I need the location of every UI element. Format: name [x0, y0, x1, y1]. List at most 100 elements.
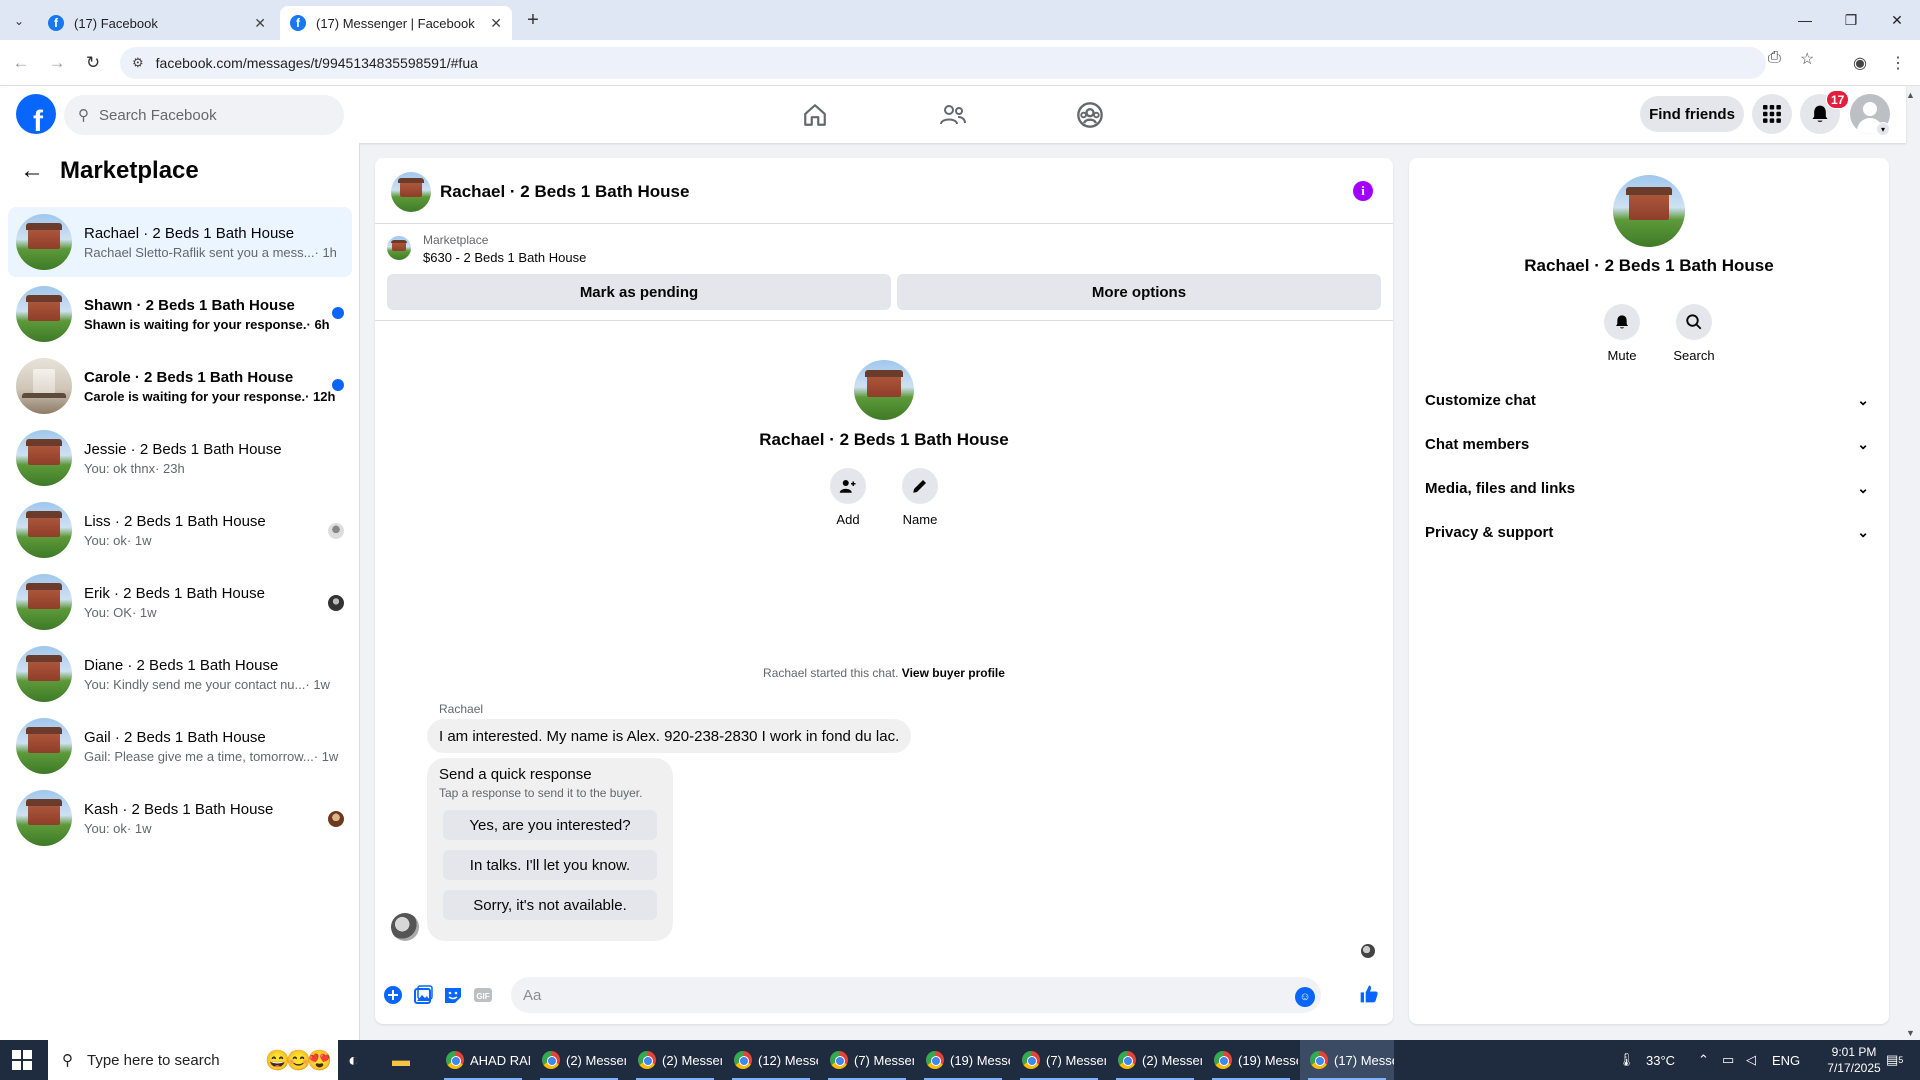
show-hidden-icons-chevron-icon[interactable]: ⌃	[1698, 1040, 1709, 1080]
groups-icon[interactable]	[1075, 100, 1105, 130]
name-label: Name	[902, 512, 938, 527]
sender-avatar[interactable]	[391, 913, 419, 941]
conversation-name: Erik · 2 Beds 1 Bath House	[84, 584, 265, 602]
language-indicator[interactable]: ENG	[1772, 1040, 1800, 1080]
network-icon[interactable]: ▭	[1722, 1040, 1734, 1080]
conversation-info-icon[interactable]: i	[1353, 181, 1373, 201]
emoji-icon[interactable]: ☺	[1295, 987, 1315, 1007]
listing-thumbnail	[16, 790, 72, 846]
profile-icon[interactable]: ◉	[1848, 51, 1872, 75]
mute-button[interactable]: Mute	[1592, 304, 1652, 363]
close-tab-icon[interactable]: ✕	[254, 15, 266, 32]
taskbar-chrome-window[interactable]: (7) Messen...	[820, 1040, 914, 1080]
view-buyer-profile-link[interactable]: View buyer profile	[902, 666, 1005, 680]
conversation-row[interactable]: Shawn · 2 Beds 1 Bath House Shawn is wait…	[8, 279, 352, 349]
volume-icon[interactable]: ◁	[1746, 1040, 1756, 1080]
conversation-snippet: You: OK · 1w	[84, 605, 352, 620]
taskbar-clock[interactable]: 9:01 PM 7/17/2025	[1824, 1044, 1884, 1076]
address-bar[interactable]: ⚙ facebook.com/messages/t/99451348355985…	[120, 47, 1766, 79]
thumbs-up-icon[interactable]	[1359, 984, 1379, 1004]
restore-window-button[interactable]: ❐	[1828, 6, 1874, 34]
scroll-down-arrow-icon[interactable]: ▼	[1906, 1028, 1915, 1038]
quick-response-button[interactable]: In talks. I'll let you know.	[443, 850, 657, 880]
search-icon	[1676, 304, 1712, 340]
gif-icon[interactable]: GIF	[473, 985, 493, 1005]
bookmark-star-icon[interactable]: ☆	[1800, 49, 1814, 69]
conversation-row[interactable]: Kash · 2 Beds 1 Bath House You: ok · 1w	[8, 783, 352, 853]
more-options-button[interactable]: More options	[897, 274, 1381, 310]
taskbar-window-label: (19) Messen...	[950, 1052, 1010, 1068]
copilot-icon[interactable]: ◐	[348, 1040, 378, 1080]
conversation-row[interactable]: Carole · 2 Beds 1 Bath House Carole is wa…	[8, 351, 352, 421]
notification-center-icon[interactable]: ▤ 5	[1886, 1040, 1903, 1080]
home-icon[interactable]	[800, 100, 830, 130]
conversation-row[interactable]: Jessie · 2 Beds 1 Bath House You: ok thnx…	[8, 423, 352, 493]
taskbar-window-label: (7) Messen...	[1046, 1052, 1106, 1068]
taskbar-chrome-window[interactable]: (19) Messe...	[1204, 1040, 1298, 1080]
conversation-row[interactable]: Gail · 2 Beds 1 Bath House Gail: Please g…	[8, 711, 352, 781]
install-app-icon[interactable]: ⎙	[1768, 49, 1781, 67]
taskbar-window-label: (2) Messen...	[566, 1052, 626, 1068]
friends-icon[interactable]	[938, 100, 968, 130]
taskbar-chrome-window[interactable]: (2) Messen...	[532, 1040, 626, 1080]
weather-icon[interactable]: 🌡	[1618, 1040, 1635, 1080]
taskbar-search-input[interactable]: ⚲ Type here to search 😄😊😍	[48, 1040, 338, 1080]
taskbar-chrome-window[interactable]: (2) Messen...	[1108, 1040, 1202, 1080]
browser-menu-icon[interactable]: ⋮	[1886, 51, 1910, 75]
facebook-search-input[interactable]: ⚲ Search Facebook	[64, 95, 344, 135]
taskbar-chrome-window[interactable]: (17) Messe...	[1300, 1040, 1394, 1080]
close-window-button[interactable]: ✕	[1874, 6, 1920, 34]
search-in-chat-button[interactable]: Search	[1664, 304, 1724, 363]
customize-chat-section[interactable]: Customize chat ⌄	[1425, 380, 1873, 420]
windows-start-icon[interactable]	[12, 1050, 32, 1070]
conversation-row[interactable]: Erik · 2 Beds 1 Bath House You: OK · 1w	[8, 567, 352, 637]
tab-search-chevron-icon[interactable]: ⌄	[6, 8, 32, 34]
add-people-button[interactable]: Add	[818, 468, 878, 527]
conversation-indicator	[328, 523, 344, 539]
minimize-window-button[interactable]: —	[1782, 6, 1828, 34]
media-files-links-section[interactable]: Media, files and links ⌄	[1425, 468, 1873, 508]
message-input[interactable]: Aa	[511, 977, 1321, 1013]
forward-button[interactable]: →	[44, 50, 70, 76]
close-tab-icon[interactable]: ✕	[490, 15, 502, 32]
quick-response-button[interactable]: Sorry, it's not available.	[443, 890, 657, 920]
conversation-row[interactable]: Liss · 2 Beds 1 Bath House You: ok · 1w	[8, 495, 352, 565]
taskbar-chrome-window[interactable]: (19) Messen...	[916, 1040, 1010, 1080]
taskbar-chrome-window[interactable]: (7) Messen...	[1012, 1040, 1106, 1080]
chat-avatar[interactable]	[391, 172, 431, 212]
conversation-indicator	[332, 307, 344, 319]
snippet-text: Carole is waiting for your response.	[84, 388, 306, 404]
reload-button[interactable]: ↻	[80, 50, 106, 76]
sticker-icon[interactable]	[443, 985, 463, 1005]
taskbar-chrome-window[interactable]: AHAD RAM...	[436, 1040, 530, 1080]
grid-icon	[1763, 105, 1781, 123]
taskbar-chrome-window[interactable]: (12) Messen...	[724, 1040, 818, 1080]
back-button[interactable]: ←	[8, 50, 34, 76]
name-chat-button[interactable]: Name	[890, 468, 950, 527]
quick-response-button[interactable]: Yes, are you interested?	[443, 810, 657, 840]
plus-circle-icon[interactable]	[383, 985, 403, 1005]
site-info-icon[interactable]: ⚙	[132, 55, 144, 71]
temperature-text[interactable]: 33°C	[1646, 1040, 1675, 1080]
browser-tab-messenger[interactable]: f (17) Messenger | Facebook ✕	[280, 6, 512, 40]
browser-tab-facebook[interactable]: f (17) Facebook ✕	[38, 6, 276, 40]
account-chevron-down-icon[interactable]: ▾	[1876, 122, 1890, 136]
menu-grid-button[interactable]	[1752, 94, 1792, 134]
facebook-logo[interactable]: f	[16, 94, 56, 134]
scroll-up-arrow-icon[interactable]: ▲	[1906, 90, 1915, 100]
chat-title[interactable]: Rachael · 2 Beds 1 Bath House	[440, 182, 689, 202]
privacy-support-section[interactable]: Privacy & support ⌄	[1425, 512, 1873, 552]
find-friends-button[interactable]: Find friends	[1640, 96, 1744, 132]
taskbar-chrome-window[interactable]: (2) Messen...	[628, 1040, 722, 1080]
conversation-meta: Shawn · 2 Beds 1 Bath House Shawn is wait…	[84, 297, 352, 332]
chat-members-section[interactable]: Chat members ⌄	[1425, 424, 1873, 464]
conversation-row[interactable]: Rachael · 2 Beds 1 Bath House Rachael Sle…	[8, 207, 352, 277]
message-bubble[interactable]: I am interested. My name is Alex. 920-23…	[427, 719, 912, 753]
read-receipt-avatar	[328, 523, 344, 539]
file-explorer-icon[interactable]: ▬	[392, 1040, 422, 1080]
conversation-row[interactable]: Diane · 2 Beds 1 Bath House You: Kindly s…	[8, 639, 352, 709]
photo-icon[interactable]	[413, 985, 433, 1005]
new-tab-button[interactable]: +	[520, 7, 546, 33]
back-arrow-icon[interactable]: ←	[20, 157, 44, 185]
mark-as-pending-button[interactable]: Mark as pending	[387, 274, 891, 310]
